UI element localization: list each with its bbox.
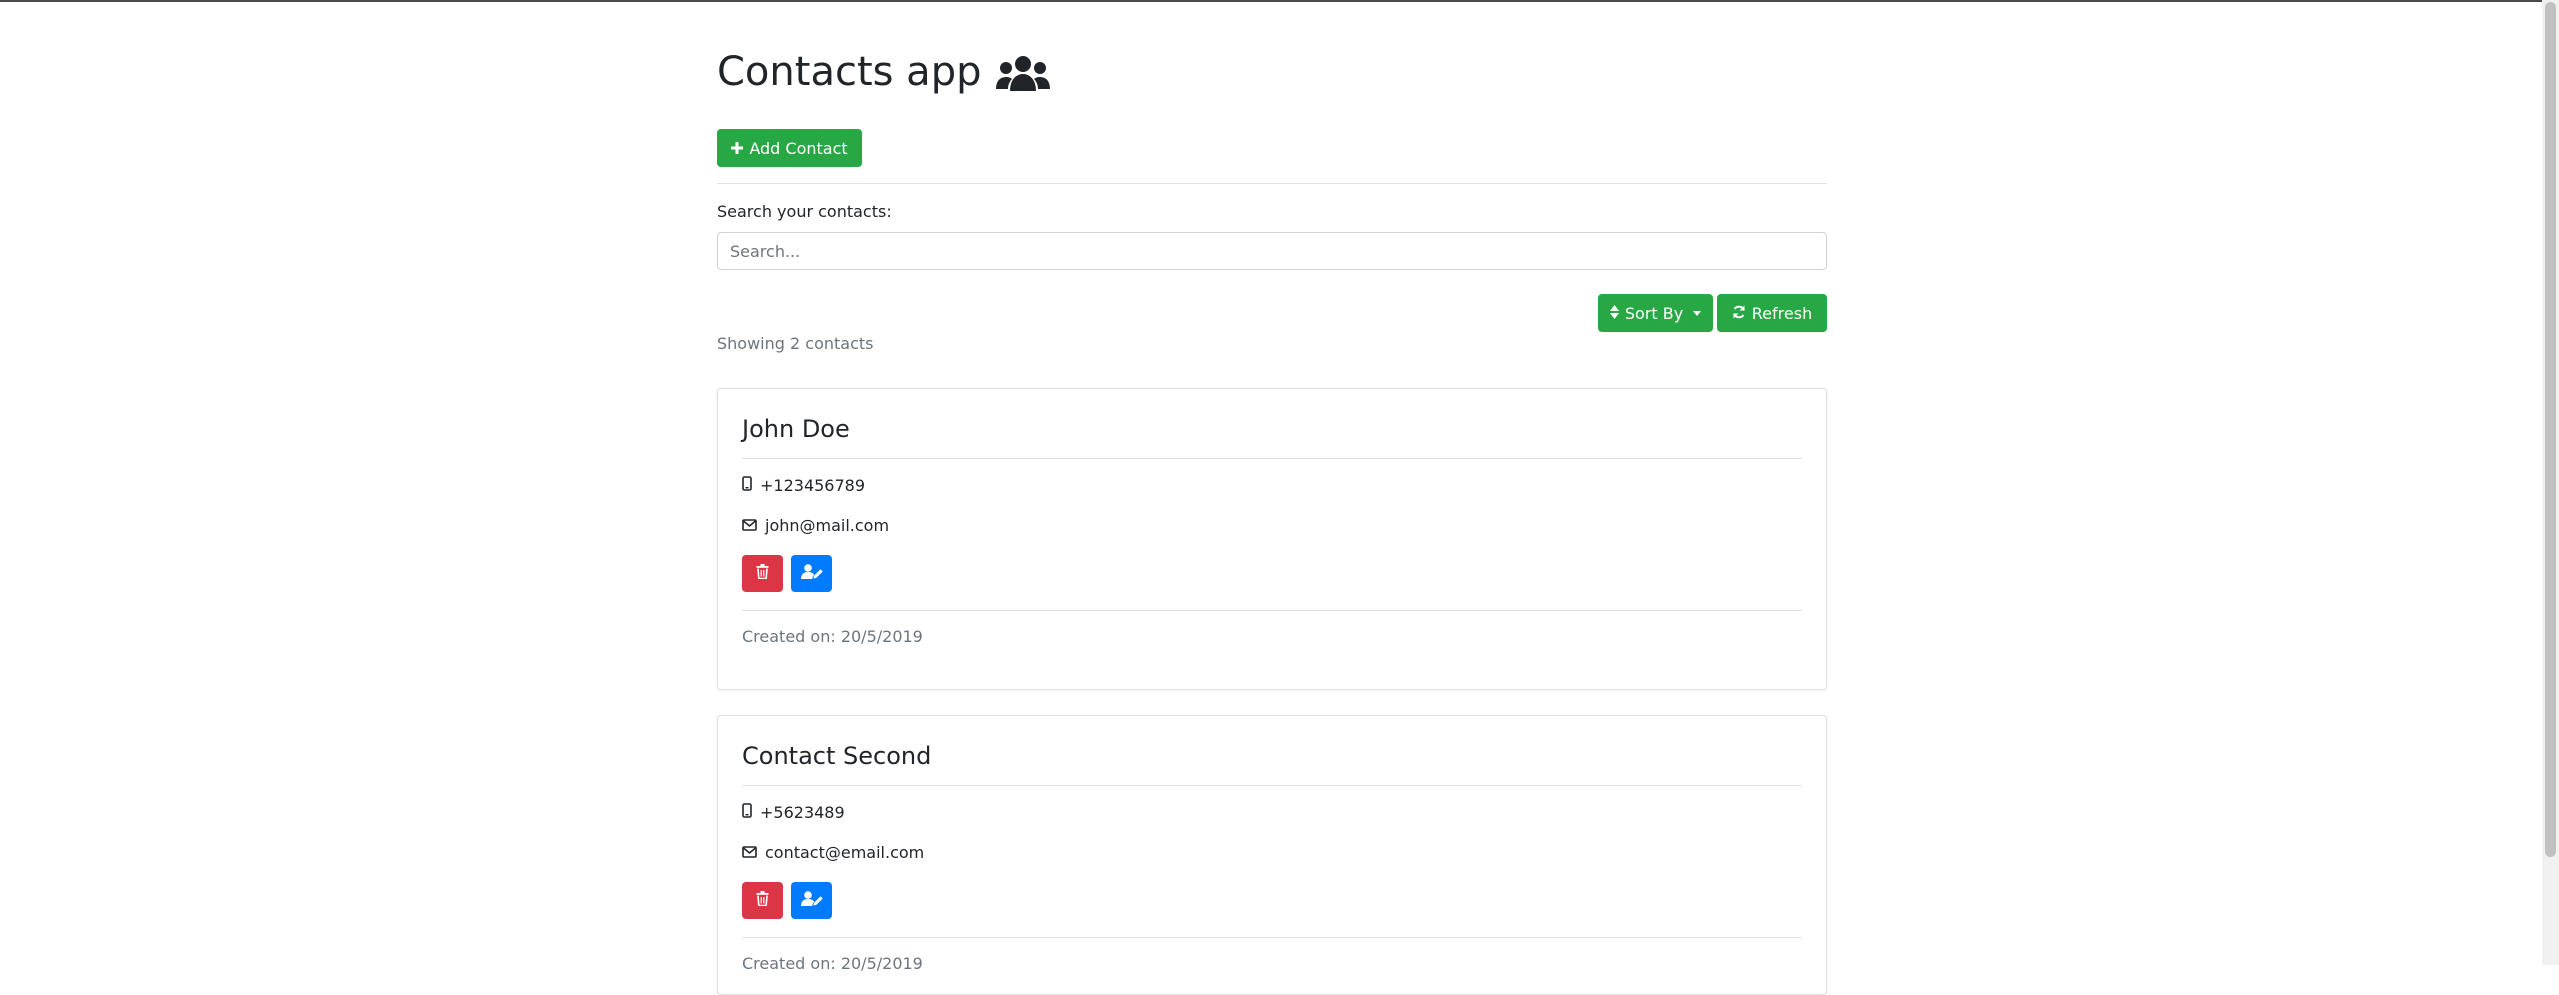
card-footer-divider — [742, 937, 1802, 938]
chevron-down-icon — [1693, 310, 1702, 316]
trash-icon — [756, 564, 769, 583]
contact-name: Contact Second — [742, 742, 932, 770]
user-edit-icon — [800, 891, 823, 910]
contact-email: contact@email.com — [765, 843, 925, 862]
contact-card: Contact Second +5623489 contact@email.co… — [717, 715, 1827, 995]
refresh-button[interactable]: Refresh — [1717, 294, 1827, 332]
page-title: Contacts app — [717, 42, 1051, 102]
envelope-icon — [742, 515, 757, 537]
add-contact-label: Add Contact — [749, 138, 848, 158]
page-scrollbar[interactable] — [2542, 0, 2559, 965]
sort-by-button[interactable]: Sort By — [1598, 294, 1713, 332]
card-divider — [742, 458, 1802, 459]
add-contact-button[interactable]: Add Contact — [717, 129, 862, 167]
delete-contact-button[interactable] — [742, 882, 783, 919]
contact-phone-row: +123456789 — [742, 475, 865, 497]
users-icon — [995, 52, 1051, 92]
contact-card: John Doe +123456789 john@mail.com Create… — [717, 388, 1827, 690]
contact-phone: +5623489 — [760, 803, 845, 822]
refresh-label: Refresh — [1751, 303, 1813, 323]
user-edit-icon — [800, 564, 823, 583]
plus-icon — [731, 139, 744, 158]
scrollbar-thumb[interactable] — [2545, 2, 2556, 857]
card-footer-divider — [742, 610, 1802, 611]
mobile-phone-icon — [742, 802, 752, 824]
edit-contact-button[interactable] — [791, 882, 832, 919]
contact-phone: +123456789 — [760, 476, 866, 495]
edit-contact-button[interactable] — [791, 555, 832, 592]
refresh-icon — [1732, 304, 1746, 323]
page-title-text: Contacts app — [717, 49, 982, 95]
contact-email-row: john@mail.com — [742, 515, 889, 537]
window-top-border — [0, 0, 2559, 2]
envelope-icon — [742, 842, 757, 864]
contact-created-date: Created on: 20/5/2019 — [742, 627, 923, 646]
contact-created-date: Created on: 20/5/2019 — [742, 954, 923, 973]
card-divider — [742, 785, 1802, 786]
contact-email-row: contact@email.com — [742, 842, 924, 864]
trash-icon — [756, 891, 769, 910]
search-label: Search your contacts: — [717, 202, 892, 221]
sort-icon — [1609, 304, 1619, 323]
contact-phone-row: +5623489 — [742, 802, 845, 824]
search-input[interactable] — [717, 232, 1827, 270]
delete-contact-button[interactable] — [742, 555, 783, 592]
sort-by-label: Sort By — [1624, 303, 1684, 323]
contacts-count: Showing 2 contacts — [717, 334, 874, 353]
contact-name: John Doe — [742, 415, 850, 443]
contact-email: john@mail.com — [765, 516, 890, 535]
mobile-phone-icon — [742, 475, 752, 497]
header-divider — [717, 183, 1827, 184]
